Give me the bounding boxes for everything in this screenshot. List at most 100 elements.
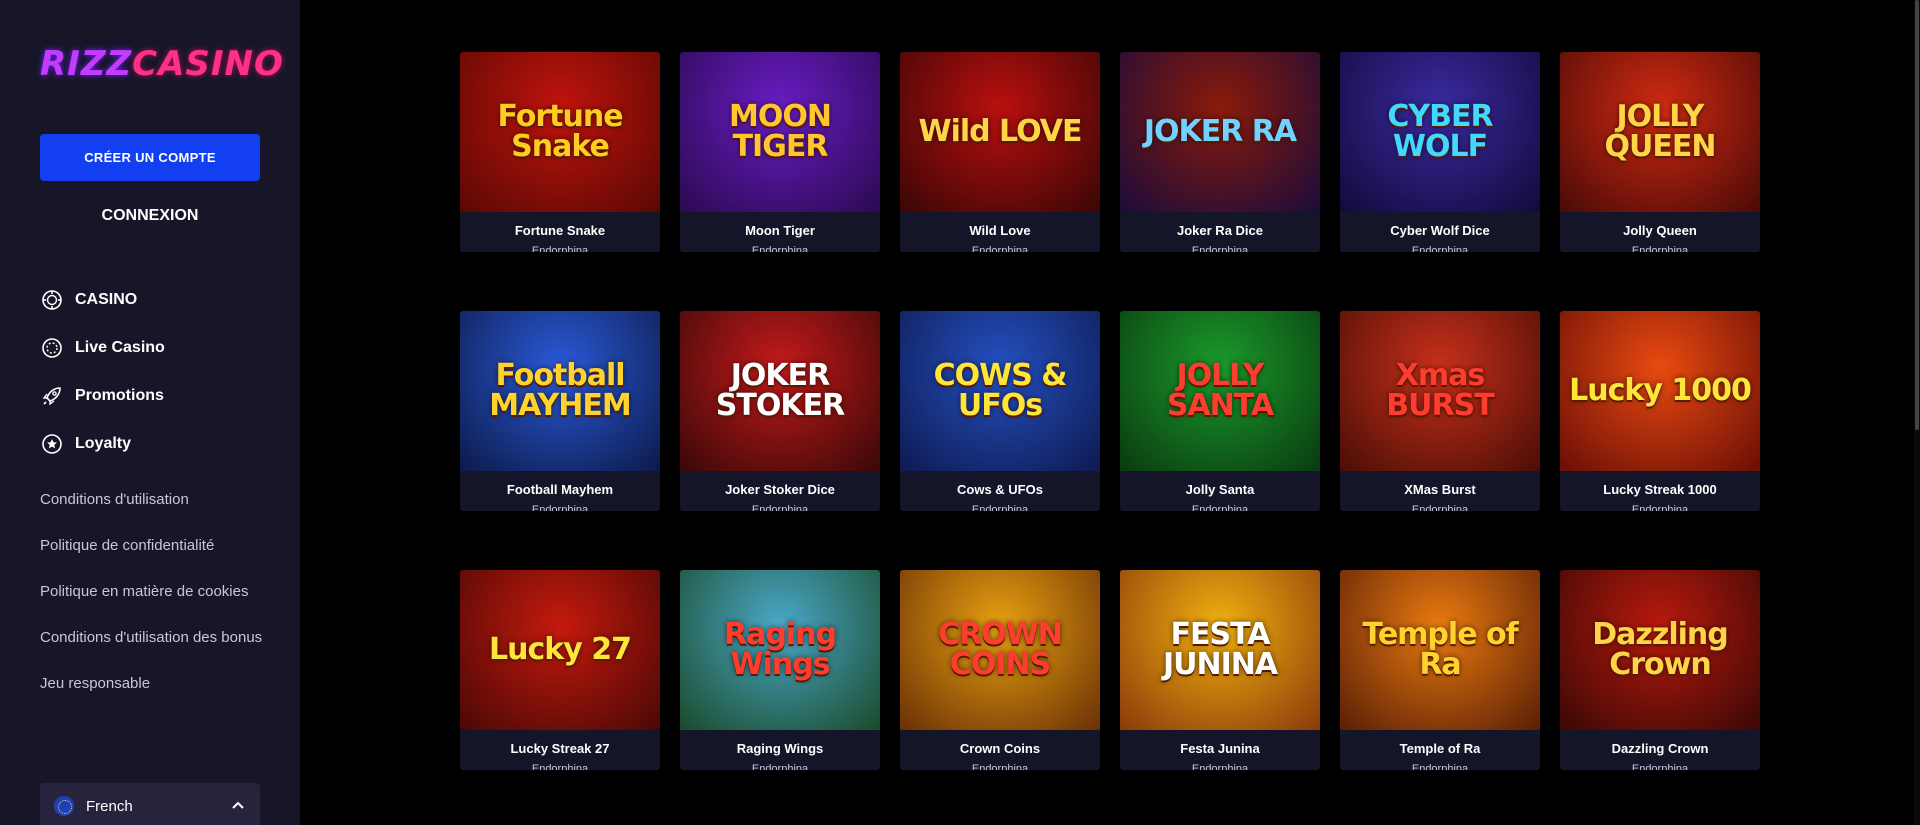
game-provider: Endorphina (971, 763, 1029, 770)
game-name: XMas Burst (1404, 482, 1476, 497)
game-card[interactable]: COWS & UFOs Cows & UFOs Endorphina (900, 311, 1100, 511)
sidebar-nav: CASINO Live Casino Promotions Loyalty (40, 276, 165, 468)
game-card[interactable]: JOKER RA Joker Ra Dice Endorphina (1120, 52, 1320, 252)
casino-chip-icon (40, 288, 64, 312)
sidebar-item-loyalty[interactable]: Loyalty (40, 420, 165, 468)
game-name: Jolly Santa (1185, 482, 1255, 497)
game-thumbnail[interactable]: MOON TIGER (680, 52, 880, 212)
game-provider: Endorphina (531, 504, 589, 511)
game-card[interactable]: JOLLY QUEEN Jolly Queen Endorphina (1560, 52, 1760, 252)
game-name: Festa Junina (1180, 741, 1260, 756)
game-provider: Endorphina (1191, 763, 1249, 770)
logo-part-casino: CASINO (132, 44, 284, 84)
game-provider: Endorphina (971, 504, 1029, 511)
sidebar: RIZZCASINO CRÉER UN COMPTE CONNEXION CAS… (0, 0, 300, 825)
game-name: Temple of Ra (1399, 741, 1481, 756)
game-provider: Endorphina (1191, 245, 1249, 252)
game-thumbnail-title: Wild LOVE (918, 114, 1082, 149)
game-thumbnail[interactable]: Football MAYHEM (460, 311, 660, 471)
game-provider: Endorphina (1631, 763, 1689, 770)
chevron-up-icon (230, 798, 246, 814)
privacy-policy-link[interactable]: Politique de confidentialité (40, 534, 270, 558)
game-card[interactable]: Wild LOVE Wild Love Endorphina (900, 52, 1100, 252)
star-icon (40, 432, 64, 456)
terms-link[interactable]: Conditions d'utilisation (40, 488, 270, 512)
game-card[interactable]: Raging Wings Raging Wings Endorphina (680, 570, 880, 770)
rizz-casino-logo[interactable]: RIZZCASINO (40, 44, 284, 84)
game-provider: Endorphina (751, 763, 809, 770)
scrollbar[interactable] (1914, 0, 1920, 825)
sidebar-item-label: CASINO (75, 291, 138, 308)
game-thumbnail-title: Lucky 1000 (1569, 373, 1752, 408)
game-name: Dazzling Crown (1611, 741, 1709, 756)
game-thumbnail-title: JOLLY SANTA (1166, 358, 1274, 423)
game-thumbnail-title: Xmas BURST (1386, 358, 1494, 423)
game-thumbnail[interactable]: Lucky 1000 (1560, 311, 1760, 471)
game-thumbnail[interactable]: Xmas BURST (1340, 311, 1540, 471)
game-card[interactable]: Fortune Snake Fortune Snake Endorphina (460, 52, 660, 252)
game-thumbnail[interactable]: CROWN COINS (900, 570, 1100, 730)
game-thumbnail[interactable]: CYBER WOLF (1340, 52, 1540, 212)
game-thumbnail[interactable]: JOKER RA (1120, 52, 1320, 212)
game-provider: Endorphina (1411, 245, 1469, 252)
game-thumbnail-title: Dazzling Crown (1592, 617, 1728, 682)
game-card[interactable]: CYBER WOLF Cyber Wolf Dice Endorphina (1340, 52, 1540, 252)
game-card[interactable]: Dazzling Crown Dazzling Crown Endorphina (1560, 570, 1760, 770)
sidebar-item-label: Live Casino (75, 339, 165, 356)
login-button[interactable]: CONNEXION (40, 200, 260, 232)
game-provider: Endorphina (1631, 245, 1689, 252)
game-thumbnail-title: FESTA JUNINA (1162, 617, 1278, 682)
sidebar-item-live-casino[interactable]: Live Casino (40, 324, 165, 372)
game-card[interactable]: MOON TIGER Moon Tiger Endorphina (680, 52, 880, 252)
game-thumbnail[interactable]: Lucky 27 (460, 570, 660, 730)
game-card[interactable]: Lucky 1000 Lucky Streak 1000 Endorphina (1560, 311, 1760, 511)
game-card[interactable]: FESTA JUNINA Festa Junina Endorphina (1120, 570, 1320, 770)
game-card[interactable]: JOKER STOKER Joker Stoker Dice Endorphina (680, 311, 880, 511)
sidebar-item-promotions[interactable]: Promotions (40, 372, 165, 420)
game-name: Crown Coins (959, 741, 1041, 756)
game-thumbnail-title: Raging Wings (724, 617, 837, 682)
create-account-button[interactable]: CRÉER UN COMPTE (40, 134, 260, 181)
game-name: Cows & UFOs (957, 482, 1043, 497)
game-card[interactable]: CROWN COINS Crown Coins Endorphina (900, 570, 1100, 770)
game-thumbnail[interactable]: JOKER STOKER (680, 311, 880, 471)
game-card[interactable]: Football MAYHEM Football Mayhem Endorphina (460, 311, 660, 511)
game-thumbnail[interactable]: FESTA JUNINA (1120, 570, 1320, 730)
game-name: Cyber Wolf Dice (1390, 223, 1490, 238)
sidebar-item-label: Promotions (75, 387, 164, 404)
game-card[interactable]: Lucky 27 Lucky Streak 27 Endorphina (460, 570, 660, 770)
game-thumbnail[interactable]: Wild LOVE (900, 52, 1100, 212)
eu-flag-icon (54, 796, 74, 816)
game-name: Fortune Snake (514, 223, 606, 238)
sidebar-item-casino[interactable]: CASINO (40, 276, 165, 324)
game-thumbnail-title: Lucky 27 (489, 632, 632, 667)
cookie-policy-link[interactable]: Politique en matière de cookies (40, 580, 270, 604)
language-label: French (86, 797, 133, 815)
bonus-terms-link[interactable]: Conditions d'utilisation des bonus (40, 626, 270, 650)
game-provider: Endorphina (1411, 504, 1469, 511)
logo-part-rizz: RIZZ (40, 44, 133, 84)
game-thumbnail[interactable]: Raging Wings (680, 570, 880, 730)
game-card[interactable]: JOLLY SANTA Jolly Santa Endorphina (1120, 311, 1320, 511)
scrollbar-thumb[interactable] (1915, 0, 1919, 430)
game-name: Football Mayhem (506, 482, 614, 497)
game-provider: Endorphina (751, 504, 809, 511)
game-thumbnail-title: JOKER STOKER (715, 358, 845, 423)
live-chip-icon (40, 336, 64, 360)
game-provider: Endorphina (751, 245, 809, 252)
game-thumbnail-title: Fortune Snake (497, 99, 623, 164)
game-thumbnail[interactable]: COWS & UFOs (900, 311, 1100, 471)
game-thumbnail[interactable]: Temple of Ra (1340, 570, 1540, 730)
game-thumbnail[interactable]: Dazzling Crown (1560, 570, 1760, 730)
language-selector[interactable]: French (40, 783, 260, 825)
game-card[interactable]: Temple of Ra Temple of Ra Endorphina (1340, 570, 1540, 770)
game-card[interactable]: Xmas BURST XMas Burst Endorphina (1340, 311, 1540, 511)
game-thumbnail[interactable]: Fortune Snake (460, 52, 660, 212)
responsible-gaming-link[interactable]: Jeu responsable (40, 672, 270, 696)
game-name: Joker Ra Dice (1177, 223, 1263, 238)
game-name: Lucky Streak 27 (510, 741, 610, 756)
game-provider: Endorphina (531, 245, 589, 252)
game-name: Wild Love (969, 223, 1031, 238)
game-thumbnail[interactable]: JOLLY SANTA (1120, 311, 1320, 471)
game-thumbnail[interactable]: JOLLY QUEEN (1560, 52, 1760, 212)
